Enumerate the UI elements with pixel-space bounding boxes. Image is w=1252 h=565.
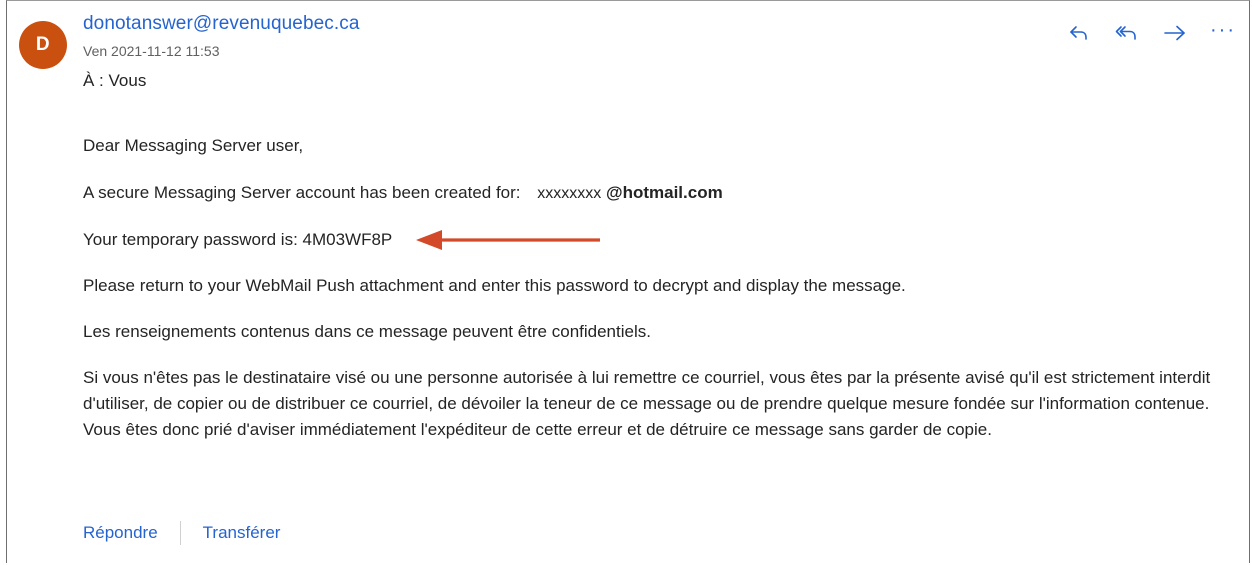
greeting: Dear Messaging Server user,: [83, 136, 304, 155]
reply-all-icon: [1115, 26, 1136, 40]
forward-button[interactable]: [1155, 19, 1195, 47]
reply-button[interactable]: [1059, 19, 1099, 47]
account-email-placeholder: xxxxxxxx: [537, 185, 602, 202]
message-date: Ven 2021-11-12 11:53: [83, 43, 220, 59]
reply-all-button[interactable]: [1107, 19, 1147, 47]
account-email-domain: @hotmail.com: [606, 183, 723, 202]
account-line-prefix: A secure Messaging Server account has be…: [83, 183, 521, 202]
reply-icon: [1070, 26, 1087, 40]
email-reading-pane: D donotanswer@revenuquebec.ca Ven 2021-1…: [6, 0, 1250, 563]
footer-forward-link[interactable]: Transférer: [203, 523, 281, 543]
annotation-arrow: [416, 227, 602, 253]
legal-disclaimer: Si vous n'êtes pas le destinataire visé …: [83, 368, 1211, 439]
message-footer: Répondre Transférer: [83, 521, 280, 545]
forward-icon: [1164, 25, 1185, 41]
message-body: Dear Messaging Server user, A secure Mes…: [83, 133, 1233, 463]
password-line: Your temporary password is: 4M03WF8P: [83, 227, 1233, 253]
sender-address[interactable]: donotanswer@revenuquebec.ca: [83, 13, 360, 35]
footer-reply-link[interactable]: Répondre: [83, 523, 158, 543]
more-actions-button[interactable]: ···: [1203, 19, 1243, 47]
more-icon: ···: [1210, 19, 1236, 41]
message-actions: ···: [1059, 19, 1243, 47]
temporary-password-text: Your temporary password is: 4M03WF8P: [83, 230, 393, 249]
recipient-line: À : Vous: [83, 71, 147, 90]
account-line: A secure Messaging Server account has be…: [83, 180, 1233, 207]
sender-avatar[interactable]: D: [19, 21, 67, 69]
footer-divider: [179, 521, 181, 545]
instructions: Please return to your WebMail Push attac…: [83, 276, 906, 295]
confidentiality-notice: Les renseignements contenus dans ce mess…: [83, 322, 651, 341]
avatar-initial: D: [35, 34, 51, 55]
